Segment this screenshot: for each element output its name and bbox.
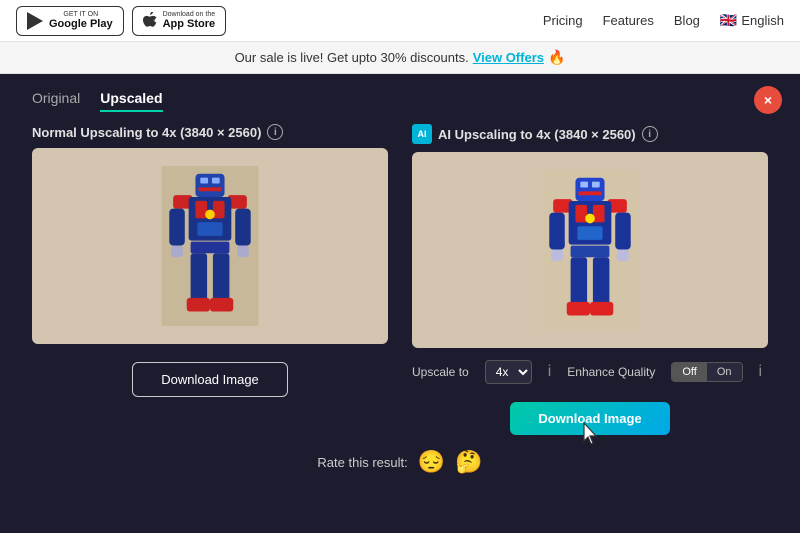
right-download-area: Download Image <box>412 402 768 435</box>
controls-row: Upscale to 4x 2x 8x i Enhance Quality Of… <box>412 360 768 384</box>
rating-row: Rate this result: 😔 🤔 <box>32 449 768 475</box>
left-info-icon[interactable]: i <box>267 124 283 140</box>
view-offers-link[interactable]: View Offers <box>473 50 544 65</box>
right-panel: AI AI Upscaling to 4x (3840 × 2560) i <box>412 124 768 435</box>
robot-svg-right <box>540 170 640 330</box>
right-info-icon[interactable]: i <box>642 126 658 142</box>
tabs: Original Upscaled <box>32 90 768 112</box>
app-store-small-text: Download on the <box>163 11 216 19</box>
nav-blog[interactable]: Blog <box>674 13 700 28</box>
ai-icon: AI <box>412 124 432 144</box>
neutral-emoji-button[interactable]: 🤔 <box>455 449 482 475</box>
nav-features[interactable]: Features <box>603 13 654 28</box>
rating-label: Rate this result: <box>317 455 407 470</box>
left-download-area: Download Image <box>32 362 388 397</box>
top-nav: GET IT ON Google Play Download on the Ap… <box>0 0 800 42</box>
enhance-info-icon[interactable]: i <box>759 363 763 381</box>
app-store-button[interactable]: Download on the App Store <box>132 6 227 36</box>
tab-original[interactable]: Original <box>32 90 80 112</box>
toggle-off-button[interactable]: Off <box>672 363 706 381</box>
close-button[interactable]: × <box>754 86 782 114</box>
comparison-panel: Normal Upscaling to 4x (3840 × 2560) i <box>32 124 768 435</box>
store-buttons: GET IT ON Google Play Download on the Ap… <box>16 6 226 36</box>
app-store-big-text: App Store <box>163 18 216 30</box>
google-play-small-text: GET IT ON <box>49 11 113 19</box>
enhance-toggle: Off On <box>671 362 742 382</box>
upscale-label: Upscale to <box>412 365 469 379</box>
google-play-big-text: Google Play <box>49 18 113 30</box>
main-content: × Original Upscaled Normal Upscaling to … <box>0 74 800 533</box>
flag-icon: 🇬🇧 <box>720 12 737 29</box>
tab-upscaled[interactable]: Upscaled <box>100 90 162 112</box>
nav-language[interactable]: 🇬🇧 English <box>720 12 784 29</box>
sale-text: Our sale is live! Get upto 30% discounts… <box>235 50 469 65</box>
right-panel-label: AI AI Upscaling to 4x (3840 × 2560) i <box>412 124 768 144</box>
robot-svg-left <box>160 166 260 326</box>
language-text: English <box>741 13 784 28</box>
toggle-on-button[interactable]: On <box>707 363 742 381</box>
fire-emoji: 🔥 <box>548 49 565 66</box>
enhance-label: Enhance Quality <box>567 365 655 379</box>
left-panel: Normal Upscaling to 4x (3840 × 2560) i <box>32 124 388 397</box>
left-image <box>32 148 388 344</box>
sale-banner: Our sale is live! Get upto 30% discounts… <box>0 42 800 74</box>
nav-links: Pricing Features Blog 🇬🇧 English <box>543 12 784 29</box>
upscale-select[interactable]: 4x 2x 8x <box>485 360 532 384</box>
google-play-button[interactable]: GET IT ON Google Play <box>16 6 124 36</box>
nav-pricing[interactable]: Pricing <box>543 13 583 28</box>
right-image <box>412 152 768 348</box>
left-panel-label: Normal Upscaling to 4x (3840 × 2560) i <box>32 124 388 140</box>
upscale-info-icon[interactable]: i <box>548 363 552 381</box>
left-download-button[interactable]: Download Image <box>132 362 288 397</box>
sad-emoji-button[interactable]: 😔 <box>418 449 445 475</box>
right-download-button[interactable]: Download Image <box>510 402 669 435</box>
